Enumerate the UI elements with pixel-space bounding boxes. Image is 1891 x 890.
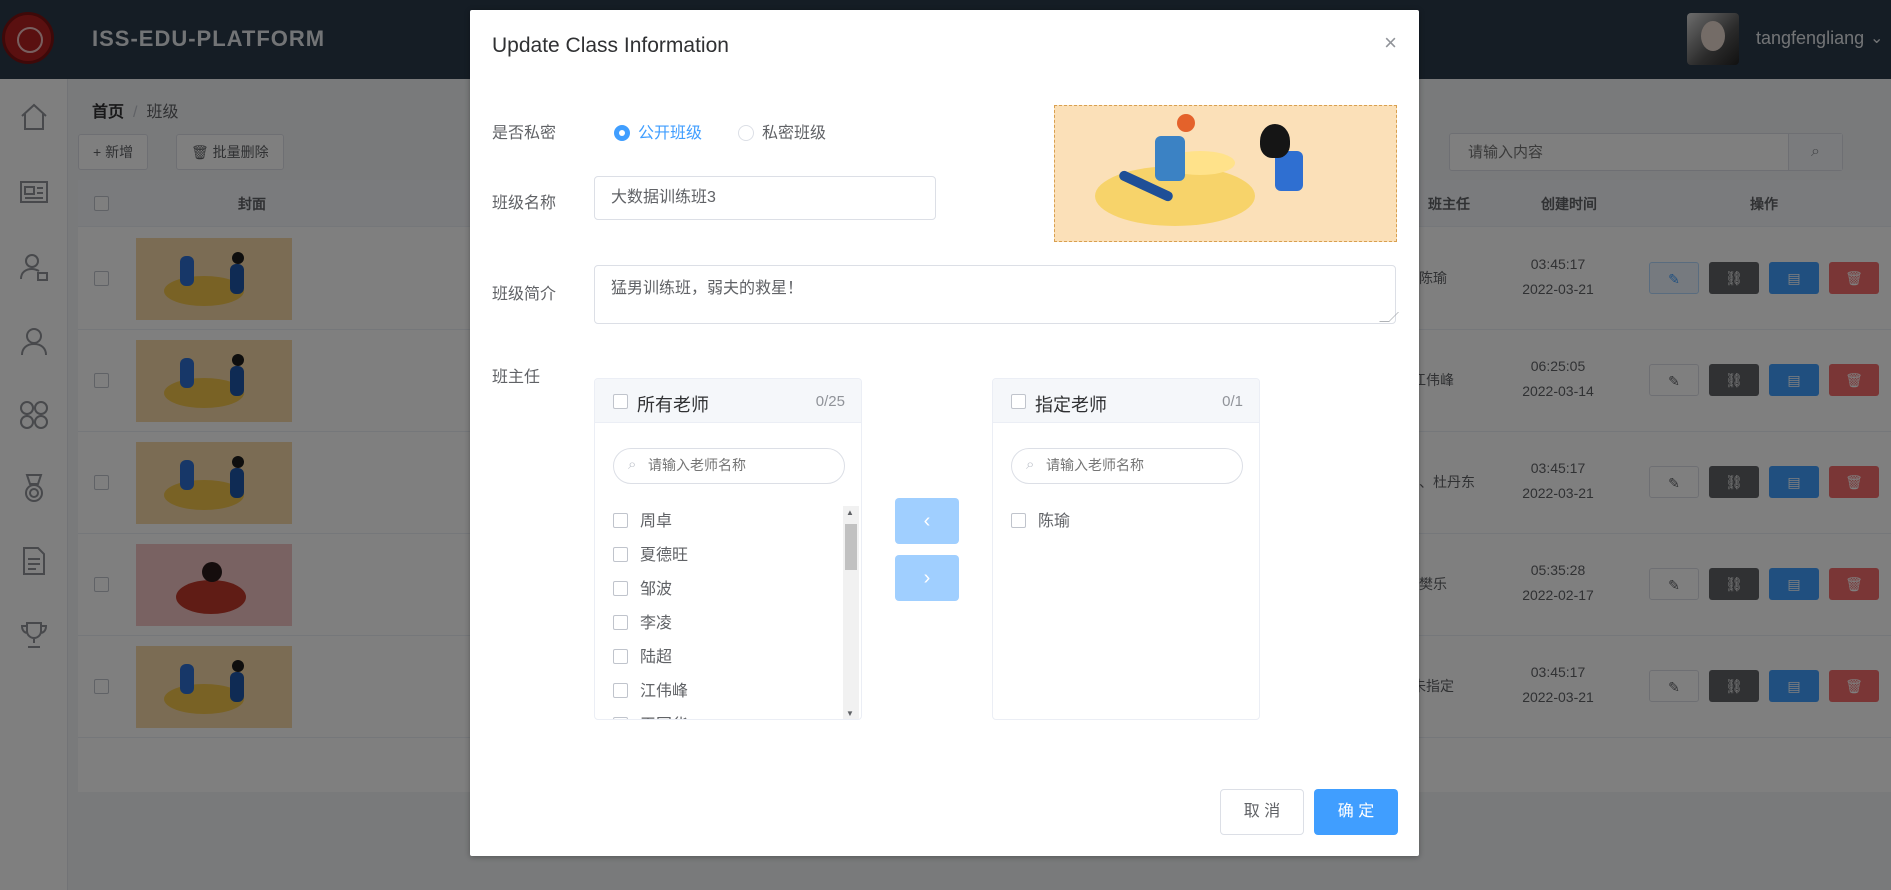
teacher-checkbox[interactable] — [1011, 513, 1026, 528]
teacher-name: 邹波 — [640, 581, 673, 598]
person-head — [1177, 114, 1195, 132]
teacher-name: 夏德旺 — [640, 547, 689, 564]
transfer-assigned-select-checkbox[interactable] — [1011, 394, 1026, 409]
name-label: 班级名称 — [492, 195, 557, 212]
radio-public-label: 公开班级 — [638, 125, 703, 142]
teacher-list-item[interactable]: 江伟峰 — [613, 677, 689, 700]
teacher-name: 李凌 — [640, 615, 673, 632]
teacher-name: 江伟峰 — [640, 683, 689, 700]
teacher-checkbox[interactable] — [613, 649, 628, 664]
transfer-assigned-count: 0/1 — [1222, 393, 1243, 410]
radio-public[interactable]: 公开班级 — [614, 119, 702, 143]
dialog-title: Update Class Information — [492, 34, 729, 57]
teacher-name: 陆超 — [640, 649, 673, 666]
teacher-name: 王国华 — [640, 717, 688, 719]
teacher-list-item[interactable]: 夏德旺 — [613, 541, 689, 564]
teacher-checkbox[interactable] — [613, 513, 628, 528]
teacher-checkbox[interactable] — [613, 547, 628, 562]
teacher-name: 陈瑜 — [1038, 513, 1071, 530]
teacher-list-item[interactable]: 李凌 — [613, 609, 673, 632]
teacher-checkbox[interactable] — [613, 615, 628, 630]
radio-public-dot — [614, 125, 630, 141]
teacher-list-item[interactable]: 陈瑜 — [1011, 507, 1071, 530]
teacher-checkbox[interactable] — [613, 683, 628, 698]
teacher-list-item[interactable]: 周卓 — [613, 507, 673, 530]
radio-private[interactable]: 私密班级 — [738, 119, 826, 143]
transfer-panel-assigned: 指定老师 0/1 ⌕ 陈瑜 — [992, 378, 1260, 720]
transfer-all-filter: ⌕ — [613, 448, 845, 484]
transfer-assigned-search-input[interactable] — [1046, 457, 1226, 473]
privacy-label: 是否私密 — [492, 125, 557, 142]
search-icon: ⌕ — [628, 456, 637, 473]
transfer-all-select-checkbox[interactable] — [613, 394, 628, 409]
transfer-assigned-title: 指定老师 — [1035, 395, 1107, 415]
teacher-list-item[interactable]: 陆超 — [613, 643, 673, 666]
cancel-button[interactable]: 取 消 — [1220, 789, 1304, 835]
transfer-panel-all: 所有老师 0/25 ⌕ 周卓夏德旺邹波李凌陆超江伟峰王国华 ▲ ▼ — [594, 378, 862, 720]
transfer-all-header: 所有老师 0/25 — [595, 379, 861, 423]
class-name-input[interactable]: 大数据训练班3 — [594, 176, 936, 220]
scroll-up-icon[interactable]: ▲ — [846, 508, 854, 517]
person-figure — [1155, 136, 1185, 181]
search-icon: ⌕ — [1026, 456, 1035, 473]
transfer-all-count: 0/25 — [815, 393, 845, 410]
transfer-assigned-filter: ⌕ — [1011, 448, 1243, 484]
move-right-button[interactable]: › — [895, 555, 959, 601]
update-class-dialog: Update Class Information × 是否私密 公开班级 私密班… — [470, 10, 1419, 856]
radio-private-label: 私密班级 — [762, 125, 827, 142]
confirm-button[interactable]: 确 定 — [1314, 789, 1398, 835]
move-left-button[interactable]: ‹ — [895, 498, 959, 544]
close-icon[interactable]: × — [1384, 30, 1397, 56]
scroll-down-icon[interactable]: ▼ — [846, 709, 854, 718]
transfer-all-title: 所有老师 — [637, 395, 709, 415]
transfer-assigned-header: 指定老师 0/1 — [993, 379, 1259, 423]
teacher-list-item[interactable]: 邹波 — [613, 575, 673, 598]
transfer-all-scrollbar[interactable]: ▲ ▼ — [843, 506, 859, 719]
teacher-checkbox[interactable] — [613, 717, 628, 719]
cover-image[interactable] — [1054, 105, 1397, 242]
teacher-label: 班主任 — [492, 369, 541, 386]
scrollbar-thumb[interactable] — [845, 524, 857, 570]
teacher-checkbox[interactable] — [613, 581, 628, 596]
class-intro-textarea[interactable]: 猛男训练班，弱夫的救星！ — [594, 265, 1396, 324]
intro-label: 班级简介 — [492, 286, 557, 303]
teacher-name: 周卓 — [640, 513, 673, 530]
transfer-all-search-input[interactable] — [648, 457, 828, 473]
radio-private-dot — [738, 125, 754, 141]
person-head — [1260, 124, 1290, 158]
teacher-list-item[interactable]: 王国华 — [613, 711, 688, 719]
